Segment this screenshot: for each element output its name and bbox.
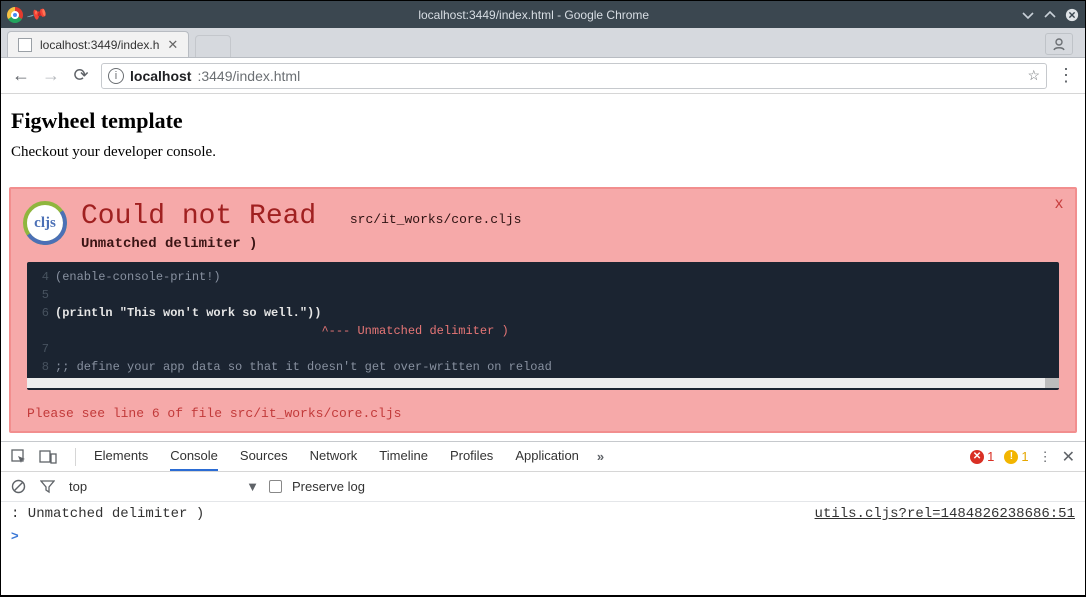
inspect-element-icon[interactable] [11, 449, 27, 465]
devtools-warning-count[interactable]: !1 [1004, 449, 1028, 464]
devtools-panel: Elements Console Sources Network Timeline Pro… [1, 441, 1085, 595]
url-host: localhost [130, 68, 191, 84]
window-close-icon[interactable] [1065, 8, 1079, 22]
window-title: localhost:3449/index.html - Google Chrom… [46, 8, 1021, 22]
site-info-icon[interactable]: i [108, 68, 124, 84]
figwheel-error-title: Could not Read [81, 201, 316, 232]
console-toolbar: top ▼ Preserve log [1, 472, 1085, 502]
devtools-more-tabs-icon[interactable]: » [597, 449, 604, 464]
devtools-tab-sources[interactable]: Sources [240, 442, 288, 471]
window-minimize-icon[interactable] [1021, 8, 1035, 22]
devtools-error-count[interactable]: ✕1 [970, 449, 994, 464]
devtools-tabbar: Elements Console Sources Network Timeline Pro… [1, 442, 1085, 472]
browser-tab[interactable]: localhost:3449/index.h ✕ [7, 31, 189, 57]
chrome-icon [7, 7, 23, 23]
preserve-log-label: Preserve log [292, 479, 365, 494]
code-line: 5 [27, 286, 1059, 304]
url-path: :3449/index.html [197, 68, 300, 84]
code-line: 6(println "This won't work so well.")) [27, 304, 1059, 322]
figwheel-close-icon[interactable]: x [1055, 195, 1063, 213]
context-selector[interactable]: top ▼ [69, 479, 259, 494]
code-line: 7 [27, 340, 1059, 358]
cljs-logo-icon: cljs [23, 201, 67, 245]
back-button[interactable]: ← [11, 65, 31, 86]
devtools-menu-icon[interactable]: ⋮ [1039, 449, 1052, 465]
code-line: 8;; define your app data so that it does… [27, 358, 1059, 376]
console-message: : Unmatched delimiter ) [11, 506, 815, 522]
browser-toolbar: ← → ⟳ i localhost :3449/index.html ☆ ⋮ [1, 58, 1085, 94]
tab-title: localhost:3449/index.h [40, 38, 159, 52]
code-line: 4(enable-console-print!) [27, 268, 1059, 286]
devtools-tab-profiles[interactable]: Profiles [450, 442, 493, 471]
window-titlebar: 📌 localhost:3449/index.html - Google Chr… [1, 1, 1085, 28]
code-line: ^--- Unmatched delimiter ) [27, 322, 1059, 340]
window-maximize-icon[interactable] [1043, 8, 1057, 22]
devtools-tab-network[interactable]: Network [310, 442, 358, 471]
page-subtext: Checkout your developer console. [11, 144, 1075, 161]
devtools-close-icon[interactable]: ✕ [1062, 447, 1075, 467]
address-bar[interactable]: i localhost :3449/index.html ☆ [101, 63, 1047, 89]
page-favicon-icon [18, 38, 32, 52]
tab-close-icon[interactable]: ✕ [167, 37, 178, 53]
console-log-row: : Unmatched delimiter ) utils.cljs?rel=1… [1, 502, 1085, 526]
preserve-log-checkbox[interactable] [269, 480, 282, 493]
console-source-link[interactable]: utils.cljs?rel=1484826238686:51 [815, 506, 1075, 522]
filter-icon[interactable] [40, 479, 55, 494]
page-heading: Figwheel template [11, 108, 1075, 134]
figwheel-code-snippet: 4(enable-console-print!)56(println "This… [27, 262, 1059, 390]
pin-icon: 📌 [26, 3, 50, 26]
new-tab-button[interactable] [195, 35, 231, 57]
bookmark-icon[interactable]: ☆ [1027, 67, 1040, 84]
devtools-tab-timeline[interactable]: Timeline [379, 442, 428, 471]
devtools-tab-elements[interactable]: Elements [94, 442, 148, 471]
forward-button[interactable]: → [41, 65, 61, 86]
devtools-tab-console[interactable]: Console [170, 442, 218, 471]
figwheel-footer-message: Please see line 6 of file src/it_works/c… [27, 406, 1059, 421]
devtools-tab-application[interactable]: Application [515, 442, 579, 471]
browser-tabstrip: localhost:3449/index.h ✕ [1, 28, 1085, 58]
page-viewport: Figwheel template Checkout your develope… [1, 94, 1085, 595]
reload-button[interactable]: ⟳ [71, 65, 91, 86]
figwheel-error-file: src/it_works/core.cljs [350, 212, 522, 227]
browser-menu-icon[interactable]: ⋮ [1057, 65, 1075, 86]
console-prompt[interactable]: > [1, 526, 1085, 545]
code-scrollbar[interactable] [27, 378, 1059, 388]
clear-console-icon[interactable] [11, 479, 26, 494]
figwheel-error-subtitle: Unmatched delimiter ) [81, 236, 522, 252]
chevron-down-icon: ▼ [246, 479, 259, 494]
profile-button[interactable] [1045, 33, 1073, 55]
device-toolbar-icon[interactable] [39, 449, 57, 465]
figwheel-error-panel: x cljs Could not Read src/it_works/core.… [9, 187, 1077, 433]
